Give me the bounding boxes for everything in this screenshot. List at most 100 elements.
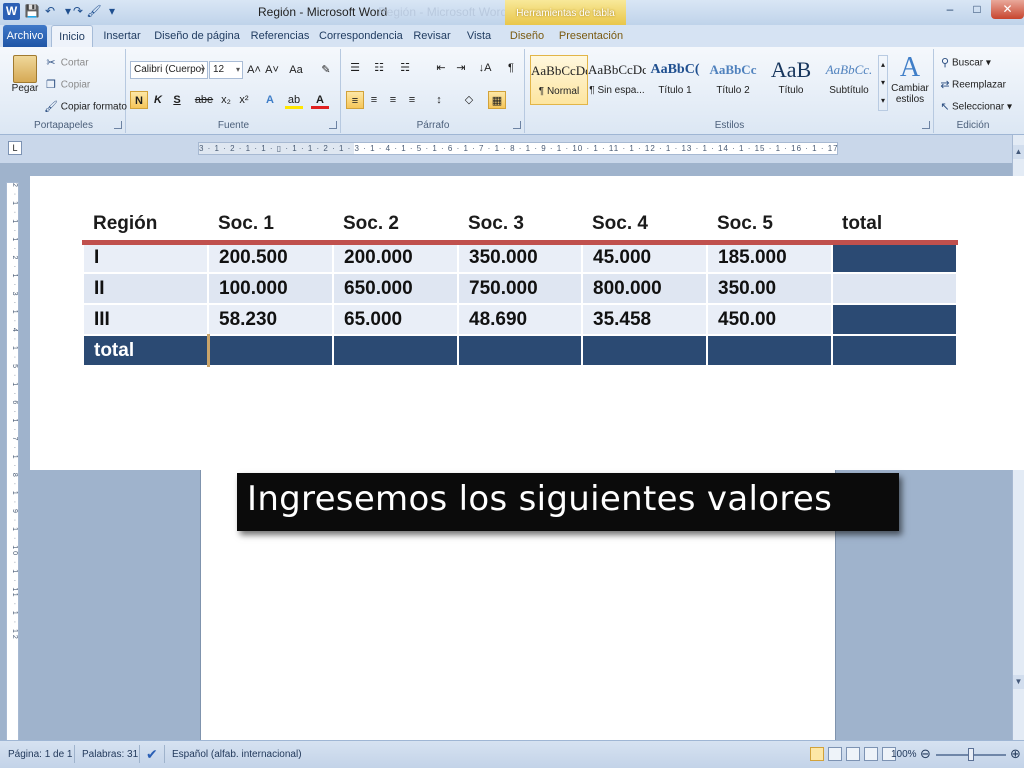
header-cell[interactable]: total (832, 208, 957, 245)
table-cell[interactable]: 200.500 (207, 241, 334, 274)
styles-scroll-icon[interactable]: ▴ ▾ ▾ (878, 55, 888, 111)
full-screen-icon[interactable] (828, 747, 842, 761)
word-count[interactable]: Palabras: 31 (82, 749, 138, 760)
bullets-button[interactable]: ☰ (346, 59, 364, 77)
table-cell[interactable]: I (82, 241, 209, 274)
header-cell[interactable]: Soc. 2 (333, 208, 458, 245)
table-cell[interactable]: 58.230 (207, 303, 334, 336)
align-center-button[interactable]: ≡ (365, 91, 383, 109)
horizontal-ruler[interactable]: 3 · 1 · 2 · 1 · 1 · ▯ · 1 · 1 · 2 · 1 · … (198, 142, 839, 155)
total-cell[interactable] (831, 241, 958, 274)
style-title[interactable]: AaB Título (762, 55, 820, 105)
style-heading-1[interactable]: AaBbC( Título 1 (646, 55, 704, 105)
close-button[interactable]: ✕ (991, 0, 1024, 19)
shrink-font-button[interactable]: A˅ (263, 61, 281, 79)
scroll-down-icon[interactable]: ▼ (1013, 675, 1024, 689)
customize-qat-icon[interactable]: ▾ (104, 3, 120, 19)
table-cell[interactable]: 350.000 (457, 241, 583, 274)
table-cell[interactable]: 65.000 (332, 303, 459, 336)
change-styles-button[interactable]: A Cambiar estilos (890, 53, 930, 106)
header-cell[interactable]: Soc. 3 (458, 208, 582, 245)
table-cell[interactable]: 200.000 (332, 241, 459, 274)
table-cell[interactable]: 45.000 (581, 241, 708, 274)
total-cell[interactable] (831, 303, 958, 336)
italic-button[interactable]: K (149, 91, 167, 109)
table-cell[interactable]: 650.000 (332, 272, 459, 305)
align-left-button[interactable]: ≡ (346, 91, 364, 109)
table-cell[interactable]: 350.00 (706, 272, 833, 305)
web-layout-icon[interactable] (846, 747, 860, 761)
dialog-launcher-icon[interactable] (114, 121, 122, 129)
table-cell[interactable]: 100.000 (207, 272, 334, 305)
change-case-button[interactable]: Aa (287, 61, 305, 79)
copy-button[interactable]: ❐ Copiar (44, 78, 90, 92)
header-cell[interactable]: Región (83, 208, 208, 245)
grow-font-button[interactable]: A˄ (245, 61, 263, 79)
minimize-button[interactable]: – (937, 0, 963, 19)
shading-button[interactable]: ◇ (460, 91, 478, 109)
table-cell[interactable] (332, 334, 459, 367)
style-no-spacing[interactable]: AaBbCcDc ¶ Sin espa... (588, 55, 646, 105)
tab-selector-button[interactable]: L (8, 141, 22, 155)
tab-archivo[interactable]: Archivo (3, 25, 47, 47)
total-cell[interactable] (831, 272, 958, 305)
table-cell[interactable]: 750.000 (457, 272, 583, 305)
print-layout-icon[interactable] (810, 747, 824, 761)
tab-insertar[interactable]: Insertar (100, 25, 144, 47)
tab-correspondencia[interactable]: Correspondencia (319, 25, 403, 47)
show-formatting-button[interactable]: ¶ (502, 59, 520, 77)
data-table[interactable]: Región Soc. 1 Soc. 2 Soc. 3 Soc. 4 Soc. … (82, 208, 958, 367)
highlight-button[interactable]: ab (285, 91, 303, 109)
tab-referencias[interactable]: Referencias (249, 25, 311, 47)
table-cell[interactable]: 35.458 (581, 303, 708, 336)
cut-button[interactable]: ✂ Cortar (44, 56, 88, 70)
save-icon[interactable]: 💾 (24, 3, 40, 19)
header-cell[interactable]: Soc. 4 (582, 208, 707, 245)
font-name-select[interactable]: Calibri (Cuerpo) ▾ (130, 61, 208, 79)
redo-icon[interactable]: ↷ (70, 3, 86, 19)
dialog-launcher-icon[interactable] (329, 121, 337, 129)
table-cell[interactable]: II (82, 272, 209, 305)
language-indicator[interactable]: Español (alfab. internacional) (172, 749, 302, 760)
subscript-button[interactable]: x₂ (217, 91, 235, 109)
vertical-ruler[interactable]: 2 · 1 · 1 · 1 · 2 · 1 · 3 · 1 · 4 · 1 · … (6, 182, 19, 742)
format-painter-button[interactable]: 🖌 Copiar formato (44, 100, 127, 114)
style-normal[interactable]: AaBbCcDc ¶ Normal (530, 55, 588, 105)
sort-button[interactable]: ↓A (476, 59, 494, 77)
style-subtitle[interactable]: AaBbCc. Subtítulo (820, 55, 878, 105)
decrease-indent-button[interactable]: ⇤ (432, 59, 450, 77)
bold-button[interactable]: N (130, 91, 148, 109)
maximize-button[interactable]: □ (964, 0, 990, 19)
table-cell[interactable] (206, 334, 334, 367)
tab-revisar[interactable]: Revisar (410, 25, 454, 47)
line-spacing-button[interactable]: ↕ (430, 91, 448, 109)
table-cell[interactable] (706, 334, 833, 367)
select-button[interactable]: ↖ Seleccionar ▾ (938, 100, 1012, 114)
find-button[interactable]: ⚲ Buscar ▾ (938, 56, 991, 70)
tab-presentacion[interactable]: Presentación (558, 25, 624, 47)
header-cell[interactable]: Soc. 1 (208, 208, 333, 245)
zoom-slider-thumb[interactable] (968, 748, 974, 761)
paint-icon[interactable]: 🖌 (86, 3, 102, 19)
zoom-level[interactable]: 100% (891, 749, 917, 760)
justify-button[interactable]: ≡ (403, 91, 421, 109)
paste-button[interactable]: Pegar (8, 55, 42, 94)
font-color-button[interactable]: A (311, 91, 329, 109)
table-cell[interactable]: total (82, 334, 209, 367)
word-logo-icon[interactable]: W (3, 3, 20, 20)
table-cell[interactable]: 800.000 (581, 272, 708, 305)
table-cell[interactable] (831, 334, 958, 367)
zoom-in-icon[interactable]: ⊕ (1010, 746, 1021, 762)
text-effects-button[interactable]: A (261, 91, 279, 109)
tab-inicio[interactable]: Inicio (51, 25, 93, 47)
undo-icon[interactable]: ↶ (42, 3, 58, 19)
tab-diseno[interactable]: Diseño (507, 25, 547, 47)
table-cell[interactable] (457, 334, 583, 367)
borders-button[interactable]: ▦ (488, 91, 506, 109)
scroll-up-icon[interactable]: ▲ (1013, 145, 1024, 159)
multilevel-list-button[interactable]: ☵ (396, 59, 414, 77)
font-size-select[interactable]: 12 ▾ (209, 61, 243, 79)
table-cell[interactable]: III (82, 303, 209, 336)
superscript-button[interactable]: x² (235, 91, 253, 109)
page-count[interactable]: Página: 1 de 1 (8, 749, 73, 760)
